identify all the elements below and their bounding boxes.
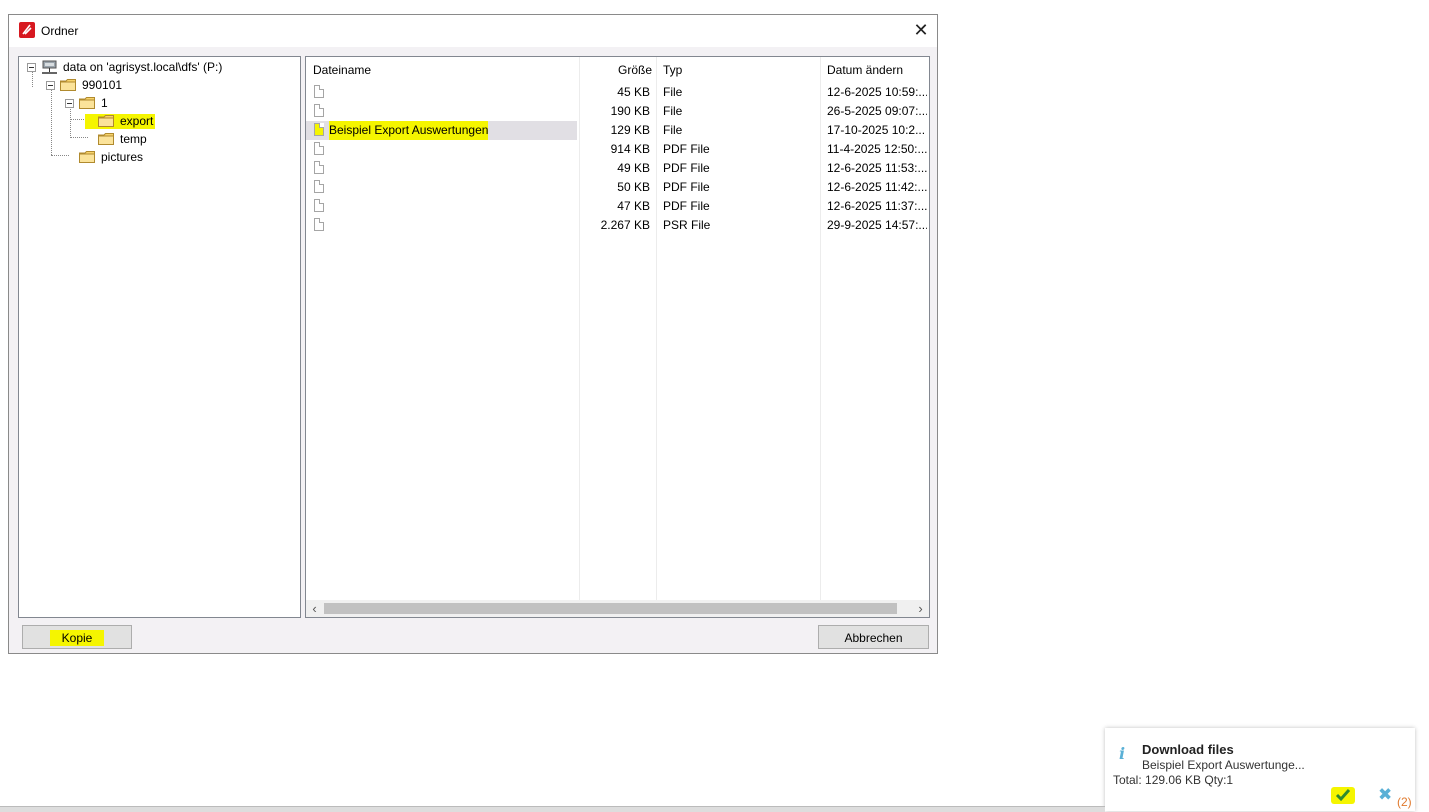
file-name-cell[interactable] (306, 159, 577, 178)
file-size: 129 KB (610, 123, 650, 137)
file-type: File (663, 104, 683, 118)
file-type: PDF File (663, 199, 710, 213)
file-icon (314, 180, 324, 193)
network-drive-icon (42, 60, 57, 74)
file-size: 914 KB (610, 142, 650, 156)
scroll-left-icon[interactable]: ‹ (306, 600, 323, 617)
download-notification: i Download files Beispiel Export Auswert… (1105, 728, 1415, 811)
column-header-name[interactable]: Dateiname (313, 61, 371, 79)
file-size: 2.267 KB (600, 218, 650, 232)
file-date: 12-6-2025 11:37:... (827, 199, 927, 213)
collapse-icon[interactable] (65, 99, 74, 108)
file-name: Beispiel Export Auswertungen (329, 121, 489, 140)
folder-tree: data on 'agrisyst.local\dfs' (P:) 990101… (18, 56, 301, 618)
table-row[interactable]: 45 KB File 12-6-2025 10:59:... (306, 83, 927, 102)
file-date: 17-10-2025 10:2... (827, 123, 926, 137)
column-header-type[interactable]: Typ (663, 61, 682, 79)
file-icon (314, 142, 324, 155)
tree-label: temp (120, 132, 147, 146)
collapse-icon[interactable] (46, 81, 55, 90)
file-name-cell[interactable] (306, 216, 577, 235)
scroll-right-icon[interactable]: › (912, 600, 929, 617)
file-icon (314, 85, 324, 98)
tree-label: 1 (101, 96, 108, 110)
file-type: File (663, 123, 683, 137)
table-row[interactable]: Beispiel Export Auswertungen 129 KB File 17… (306, 121, 926, 140)
file-size: 49 KB (617, 161, 650, 175)
file-type: PDF File (663, 180, 710, 194)
table-row[interactable]: 914 KB PDF File 11-4-2025 12:50:... (306, 140, 927, 159)
tree-item-root[interactable]: data on 'agrisyst.local\dfs' (P:) (19, 59, 299, 76)
dismiss-x-icon[interactable]: ✖ (1378, 785, 1392, 805)
notification-count: (2) (1397, 795, 1412, 809)
file-date: 29-9-2025 14:57:... (827, 218, 927, 232)
notification-total: Total: 129.06 KB Qty:1 (1113, 773, 1234, 787)
file-date: 12-6-2025 11:53:... (827, 161, 927, 175)
notification-filename: Beispiel Export Auswertunge... (1142, 758, 1305, 772)
file-size: 47 KB (617, 199, 650, 213)
table-row[interactable]: 190 KB File 26-5-2025 09:07:... (306, 102, 927, 121)
file-date: 26-5-2025 09:07:... (827, 104, 927, 118)
folder-icon (98, 133, 114, 145)
file-date: 12-6-2025 10:59:... (827, 85, 927, 99)
file-name-cell[interactable]: Beispiel Export Auswertungen (306, 121, 577, 140)
copy-button[interactable]: Kopie (22, 625, 132, 649)
file-date: 11-4-2025 12:50:... (827, 142, 927, 156)
file-list: Dateiname Größe Typ Datum ändern 45 KB Fi… (305, 56, 930, 618)
table-row[interactable]: 50 KB PDF File 12-6-2025 11:42:... (306, 178, 927, 197)
column-header-size[interactable]: Größe (579, 61, 652, 79)
file-icon (314, 161, 324, 174)
file-icon (314, 218, 324, 231)
table-row[interactable]: 47 KB PDF File 12-6-2025 11:37:... (306, 197, 927, 216)
file-name-cell[interactable] (306, 178, 577, 197)
tree-label: 990101 (82, 78, 123, 92)
file-date: 12-6-2025 11:42:... (827, 180, 927, 194)
file-size: 50 KB (617, 180, 650, 194)
file-size: 190 KB (610, 104, 650, 118)
confirm-check-icon[interactable] (1331, 785, 1355, 805)
tree-item-pictures[interactable]: pictures (19, 149, 299, 166)
file-name-cell[interactable] (306, 197, 577, 216)
file-name-cell[interactable] (306, 102, 577, 121)
tree-label: export (120, 114, 154, 128)
file-size: 45 KB (617, 85, 650, 99)
tree-label: pictures (101, 150, 144, 164)
info-icon: i (1119, 744, 1126, 763)
file-name-cell[interactable] (306, 140, 577, 159)
table-row[interactable]: 2.267 KB PSR File 29-9-2025 14:57:... (306, 216, 927, 235)
horizontal-scrollbar[interactable]: ‹ › (306, 600, 929, 617)
tree-label: data on 'agrisyst.local\dfs' (P:) (63, 60, 223, 74)
tree-item-990101[interactable]: 990101 (19, 77, 299, 94)
cancel-button[interactable]: Abbrechen (818, 625, 929, 649)
title-bar: Ordner ✕ (9, 15, 937, 47)
file-icon (314, 123, 324, 136)
column-header-date[interactable]: Datum ändern (827, 61, 903, 79)
notification-title: Download files (1142, 742, 1234, 757)
file-name-cell[interactable] (306, 83, 577, 102)
tree-item-export[interactable]: export (19, 113, 299, 130)
tree-item-temp[interactable]: temp (19, 131, 299, 148)
file-icon (314, 199, 324, 212)
file-type: PDF File (663, 142, 710, 156)
table-row[interactable]: 49 KB PDF File 12-6-2025 11:53:... (306, 159, 927, 178)
close-button[interactable]: ✕ (911, 20, 931, 40)
copy-button-label: Kopie (49, 630, 105, 646)
collapse-icon[interactable] (27, 63, 36, 72)
folder-icon (98, 115, 114, 127)
folder-icon (79, 97, 95, 109)
app-logo-icon (19, 22, 35, 38)
file-type: PSR File (663, 218, 711, 232)
folder-icon (60, 79, 76, 91)
window-title: Ordner (41, 24, 79, 38)
file-type: PDF File (663, 161, 710, 175)
folder-dialog: Ordner ✕ data on 'agrisyst.local\dfs' (P… (8, 14, 938, 654)
tree-item-1[interactable]: 1 (19, 95, 299, 112)
folder-icon (79, 151, 95, 163)
file-type: File (663, 85, 683, 99)
file-icon (314, 104, 324, 117)
scrollbar-thumb[interactable] (324, 603, 897, 614)
taskbar-edge (0, 806, 1105, 812)
